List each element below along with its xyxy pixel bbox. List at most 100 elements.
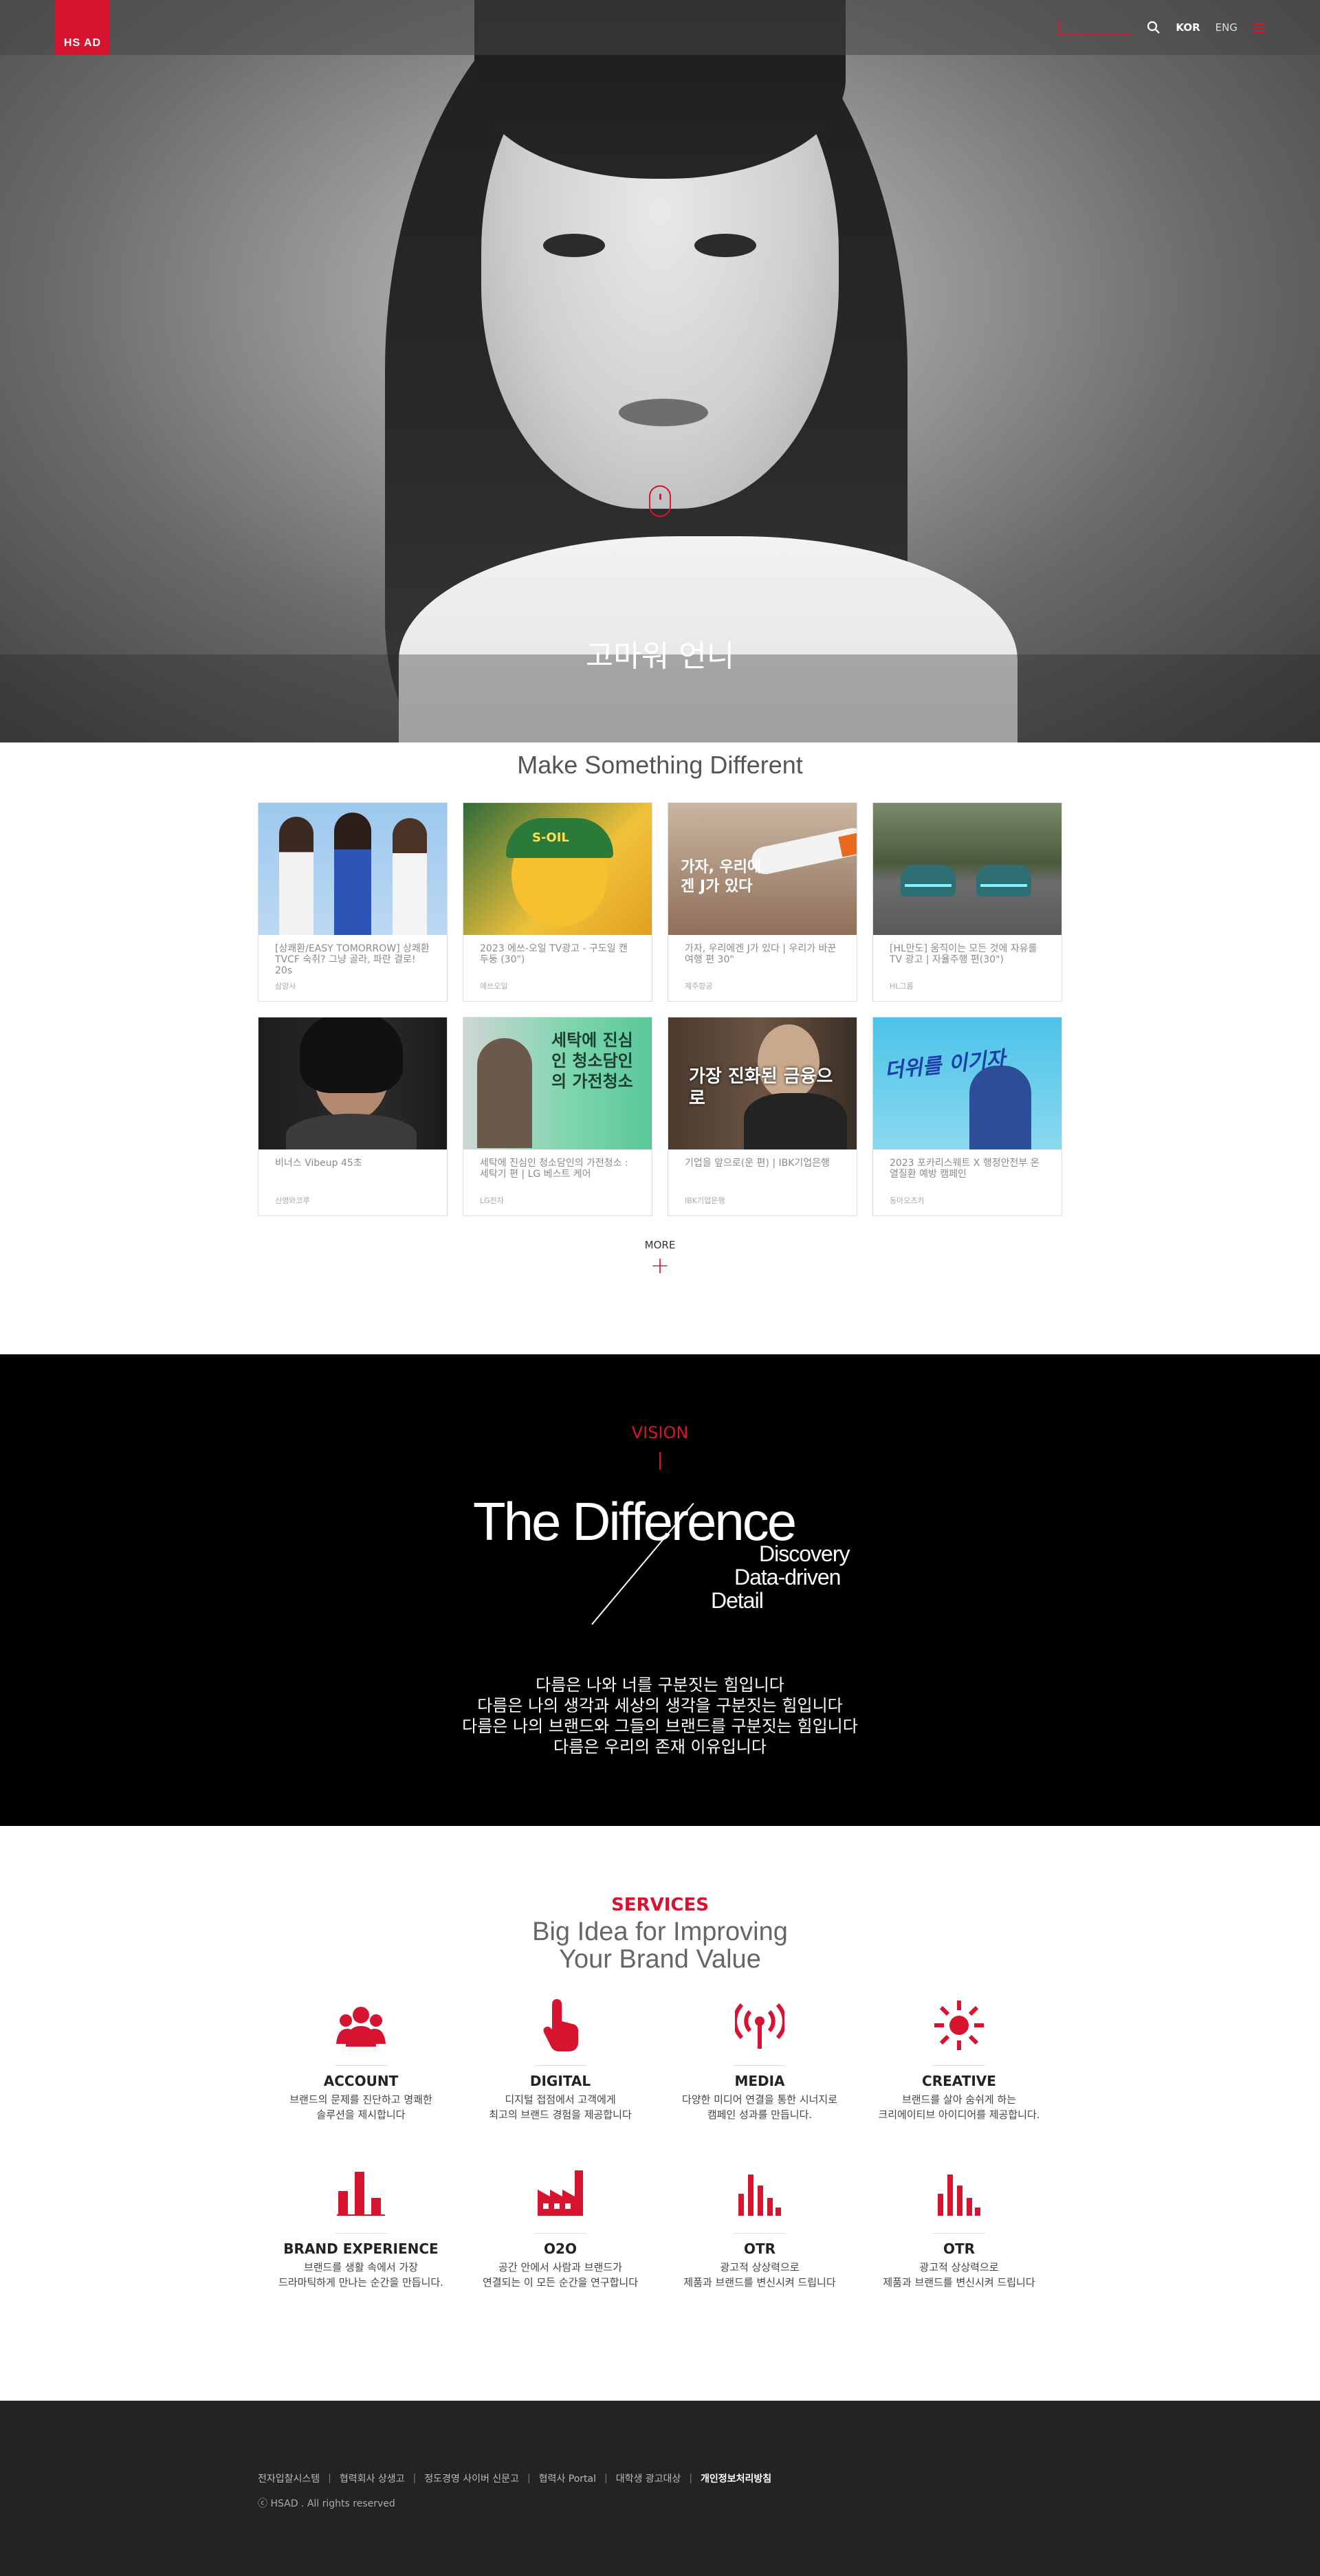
vision-headline: The Difference bbox=[473, 1491, 797, 1552]
vision-line: 다름은 나의 생각과 세상의 생각을 구분짓는 힘입니다 bbox=[477, 1696, 843, 1715]
footer-link-award[interactable]: 대학생 광고대상 bbox=[616, 2472, 681, 2485]
menu-icon[interactable] bbox=[1253, 23, 1265, 32]
service-desc: 브랜드를 생활 속에서 가장 드라마틱하게 만나는 순간을 만듭니다. bbox=[261, 2260, 461, 2290]
service-desc-line: 디지털 접점에서 고객에게 bbox=[505, 2093, 616, 2106]
services-title-line: Big Idea for Improving bbox=[532, 1917, 788, 1946]
work-category: 제주항공 bbox=[685, 982, 713, 991]
work-category: IBK기업은행 bbox=[685, 1196, 725, 1205]
service-item-otr[interactable]: OTR 광고적 상상력으로제품과 브랜드를 변신시켜 드립니다 bbox=[859, 2166, 1059, 2306]
work-category: LG전자 bbox=[480, 1196, 504, 1205]
service-divider bbox=[335, 2065, 387, 2066]
service-desc: 브랜드를 살아 숨쉬게 하는 크리에이티브 아이디어를 제공합니다. bbox=[859, 2092, 1059, 2122]
hero-image-lips bbox=[619, 399, 708, 426]
service-desc-line: 광고적 상상력으로 bbox=[919, 2261, 999, 2274]
footer-separator: | bbox=[689, 2473, 693, 2484]
hero-caption[interactable]: 고마워 언니 bbox=[0, 631, 1320, 675]
work-category: 신영와코루 bbox=[275, 1196, 310, 1205]
site-header: HS AD KOR ENG bbox=[0, 0, 1320, 55]
footer-separator: | bbox=[328, 2473, 331, 2484]
service-desc: 공간 안에서 사람과 브랜드가연결되는 이 모든 순간을 연구합니다 bbox=[461, 2260, 660, 2290]
work-card[interactable]: 세탁에 진심인 청소담인의 가전청소 세탁에 진심인 청소담인의 가전청소 : … bbox=[463, 1017, 652, 1216]
lang-kor-link[interactable]: KOR bbox=[1176, 21, 1200, 34]
work-thumbnail: 더위를 이기자 bbox=[873, 1017, 1062, 1149]
service-name: ACCOUNT bbox=[323, 2073, 399, 2089]
service-desc: 디지털 접점에서 고객에게최고의 브랜드 경험을 제공합니다 bbox=[461, 2092, 660, 2122]
work-thumbnail-text: S-OIL bbox=[532, 830, 569, 845]
bar-chart-icon bbox=[732, 2166, 787, 2221]
service-item-o2o[interactable]: O2O 공간 안에서 사람과 브랜드가 연결되는 이 모든 순간을 연구합니다 bbox=[461, 2166, 660, 2306]
work-thumbnail: 가장 진화된 금융으로 bbox=[668, 1017, 857, 1149]
service-name: OTR bbox=[743, 2241, 776, 2257]
service-name: CREATIVE bbox=[922, 2073, 996, 2089]
service-item-creative[interactable]: CREATIVE 브랜드를 살아 숨쉬게 하는 크리에이티브 아이디어를 제공합니… bbox=[859, 1998, 1059, 2138]
service-desc-line: 최고의 브랜드 경험을 제공합니다 bbox=[489, 2109, 632, 2121]
work-category: 에쓰오일 bbox=[480, 982, 508, 991]
service-item-brand-experience[interactable]: BRAND EXPERIENCE 브랜드를 생활 속에서 가장 드라마틱하게 만나… bbox=[261, 2166, 461, 2306]
work-title: [상쾌환/EASY TOMORROW] 상쾌환 TVCF 숙취? 그냥 골라, … bbox=[275, 943, 430, 976]
work-card[interactable]: [상쾌환/EASY TOMORROW] 상쾌환 TVCF 숙취? 그냥 골라, … bbox=[258, 802, 448, 1002]
service-desc-line: 제품과 브랜드를 변신시켜 드립니다 bbox=[883, 2276, 1035, 2289]
vision-statement: 다름은 나와 너를 구분짓는 힘입니다 다름은 나의 생각과 세상의 생각을 구… bbox=[0, 1675, 1320, 1757]
vision-section: VISION The Difference Discovery Data-dri… bbox=[0, 1354, 1320, 1826]
broadcast-icon bbox=[732, 1998, 787, 2053]
service-divider bbox=[734, 2233, 786, 2234]
service-desc-line: 연결되는 이 모든 순간을 연구합니다 bbox=[482, 2276, 639, 2289]
works-title: Make Something Different bbox=[517, 751, 803, 779]
vision-line: 다름은 나와 너를 구분짓는 힘입니다 bbox=[536, 1675, 784, 1695]
service-desc-line: 공간 안에서 사람과 브랜드가 bbox=[498, 2261, 622, 2274]
service-desc-line: 브랜드를 살아 숨쉬게 하는 bbox=[901, 2093, 1017, 2106]
work-category: HL그룹 bbox=[890, 982, 914, 991]
logo-text: HS AD bbox=[63, 37, 102, 49]
touch-icon bbox=[533, 1998, 588, 2053]
work-title: 2023 에쓰-오일 TV광고 - 구도일 캔 두둥 (30") bbox=[480, 943, 628, 965]
hero-image-eye-left bbox=[543, 234, 605, 257]
vision-sub-data-driven: Data-driven bbox=[734, 1565, 841, 1589]
footer-copyright: ⓒ HSAD . All rights reserved bbox=[258, 2498, 395, 2509]
hero-banner: 고마워 언니 bbox=[0, 0, 1320, 742]
service-name: MEDIA bbox=[734, 2073, 785, 2089]
work-thumbnail bbox=[873, 803, 1062, 935]
service-item-digital[interactable]: DIGITAL 디지털 접점에서 고객에게최고의 브랜드 경험을 제공합니다 bbox=[461, 1998, 660, 2138]
service-name: OTR bbox=[943, 2241, 976, 2257]
work-thumbnail bbox=[258, 803, 447, 935]
service-item-account[interactable]: ACCOUNT 브랜드의 문제를 진단하고 명쾌한 솔루션을 제시합니다 bbox=[261, 1998, 461, 2138]
service-item-otr[interactable]: OTR 광고적 상상력으로 제품과 브랜드를 변신시켜 드립니다 bbox=[660, 2166, 859, 2306]
service-desc: 다양한 미디어 연결을 통한 시너지로 캠페인 성과를 만듭니다. bbox=[660, 2092, 859, 2122]
footer-link-bidding[interactable]: 전자입찰시스템 bbox=[258, 2472, 320, 2485]
search-icon[interactable] bbox=[1147, 21, 1160, 34]
more-button[interactable]: MORE + bbox=[0, 1239, 1320, 1277]
works-section: Make Something Different [상쾌환/EASY TOMOR… bbox=[0, 742, 1320, 1354]
vision-line: 다름은 우리의 존재 이유입니다 bbox=[553, 1737, 767, 1757]
plus-icon: + bbox=[650, 1252, 670, 1279]
work-title: 비너스 Vibeup 45초 bbox=[275, 1158, 362, 1169]
work-card[interactable]: 더위를 이기자 2023 포카리스웨트 X 행정안전부 온열질환 예방 캠페인 … bbox=[872, 1017, 1062, 1216]
work-thumbnail: 가자, 우리에겐 J가 있다 bbox=[668, 803, 857, 935]
work-thumbnail-text: 세탁에 진심인 청소담인의 가전청소 bbox=[551, 1031, 633, 1091]
service-desc: 광고적 상상력으로제품과 브랜드를 변신시켜 드립니다 bbox=[859, 2260, 1059, 2290]
service-name: DIGITAL bbox=[529, 2073, 591, 2089]
services-section: SERVICES Big Idea for Improving Your Bra… bbox=[0, 1826, 1320, 2401]
work-card[interactable]: 가장 진화된 금융으로 기업을 앞으로(운 편) | IBK기업은행 IBK기업… bbox=[668, 1017, 857, 1216]
service-divider bbox=[933, 2065, 985, 2066]
work-card[interactable]: 비너스 Vibeup 45초 신영와코루 bbox=[258, 1017, 448, 1216]
logo[interactable]: HS AD bbox=[55, 0, 110, 55]
service-desc-line: 브랜드를 생활 속에서 가장 bbox=[303, 2261, 419, 2274]
vision-line: 다름은 나의 브랜드와 그들의 브랜드를 구분짓는 힘입니다 bbox=[462, 1717, 858, 1736]
work-card[interactable]: [HL만도] 움직이는 모든 것에 자유를 TV 광고 | 자율주행 편(30"… bbox=[872, 802, 1062, 1002]
work-thumbnail-text: 가자, 우리에겐 J가 있다 bbox=[681, 859, 762, 895]
more-label: MORE bbox=[644, 1239, 676, 1251]
work-card[interactable]: S-OIL 2023 에쓰-오일 TV광고 - 구도일 캔 두둥 (30") 에… bbox=[463, 802, 652, 1002]
footer-link-portal[interactable]: 협력사 Portal bbox=[539, 2472, 596, 2485]
service-desc-line: 캠페인 성과를 만듭니다. bbox=[707, 2109, 813, 2121]
scroll-down-icon[interactable] bbox=[649, 485, 671, 517]
work-card[interactable]: 가자, 우리에겐 J가 있다 가자, 우리에겐 J가 있다 | 우리가 바꾼 여… bbox=[668, 802, 857, 1002]
services-title-line: Your Brand Value bbox=[559, 1945, 761, 1974]
footer-link-ethics[interactable]: 정도경영 사이버 신문고 bbox=[424, 2472, 519, 2485]
footer-link-privacy[interactable]: 개인정보처리방침 bbox=[701, 2472, 771, 2485]
work-thumbnail bbox=[258, 1017, 447, 1149]
footer-link-partner[interactable]: 협력회사 상생고 bbox=[340, 2472, 405, 2485]
service-divider bbox=[933, 2233, 985, 2234]
recruit-button[interactable] bbox=[1059, 20, 1132, 35]
lang-eng-link[interactable]: ENG bbox=[1216, 21, 1238, 34]
service-item-media[interactable]: MEDIA 다양한 미디어 연결을 통한 시너지로 캠페인 성과를 만듭니다. bbox=[660, 1998, 859, 2138]
